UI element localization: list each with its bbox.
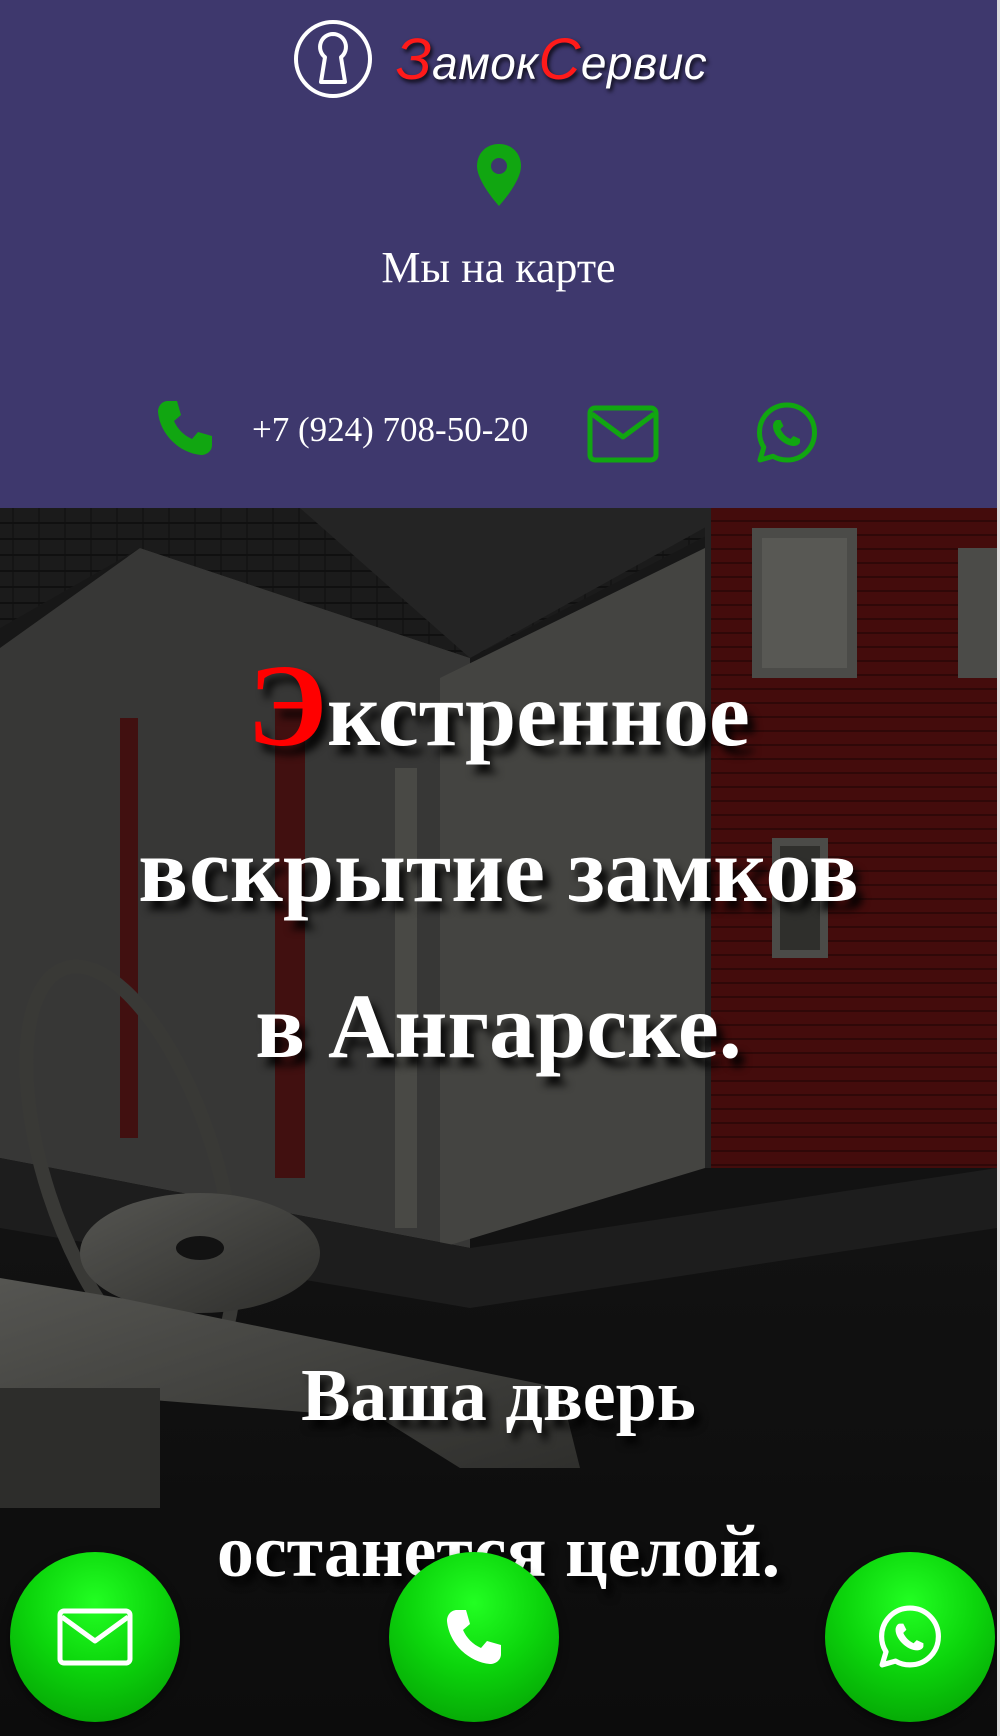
hero-subtitle-line1: Ваша дверь <box>301 1355 696 1437</box>
logo-part-amok: амок <box>432 36 539 89</box>
whatsapp-floating-button[interactable] <box>825 1552 995 1722</box>
keyhole-icon <box>294 20 372 98</box>
phone-icon[interactable] <box>155 398 215 458</box>
mail-floating-button[interactable] <box>10 1552 180 1722</box>
site-logo[interactable]: ЗамокСервис <box>292 18 707 100</box>
hero-title-line3: в Ангарске. <box>255 975 742 1077</box>
hero-title-line2: вскрытие замков <box>138 819 859 921</box>
logo-part-ervis: ервис <box>580 36 708 89</box>
whatsapp-icon[interactable] <box>756 402 818 464</box>
phone-number-link[interactable]: +7 (924) 708-50-20 <box>252 410 528 450</box>
mail-icon <box>57 1608 133 1666</box>
site-header: ЗамокСервис Мы на карте +7 (924) 708-50-… <box>0 0 997 508</box>
logo-letter-s: С <box>538 26 581 92</box>
hero-title: Экстренное вскрытие замков в Ангарске. <box>0 628 997 1104</box>
page: ЗамокСервис Мы на карте +7 (924) 708-50-… <box>0 0 1000 1736</box>
hero-title-line1-rest: кстренное <box>327 663 750 765</box>
hero-title-first-letter: Э <box>247 640 328 771</box>
logo-text: ЗамокСервис <box>396 26 707 93</box>
call-floating-button[interactable] <box>389 1552 559 1722</box>
mail-icon[interactable] <box>586 404 660 464</box>
logo-letter-z: З <box>396 26 433 92</box>
map-pin-icon[interactable] <box>474 142 524 208</box>
map-link[interactable]: Мы на карте <box>0 242 997 293</box>
whatsapp-icon <box>879 1605 941 1668</box>
phone-icon <box>447 1610 501 1664</box>
